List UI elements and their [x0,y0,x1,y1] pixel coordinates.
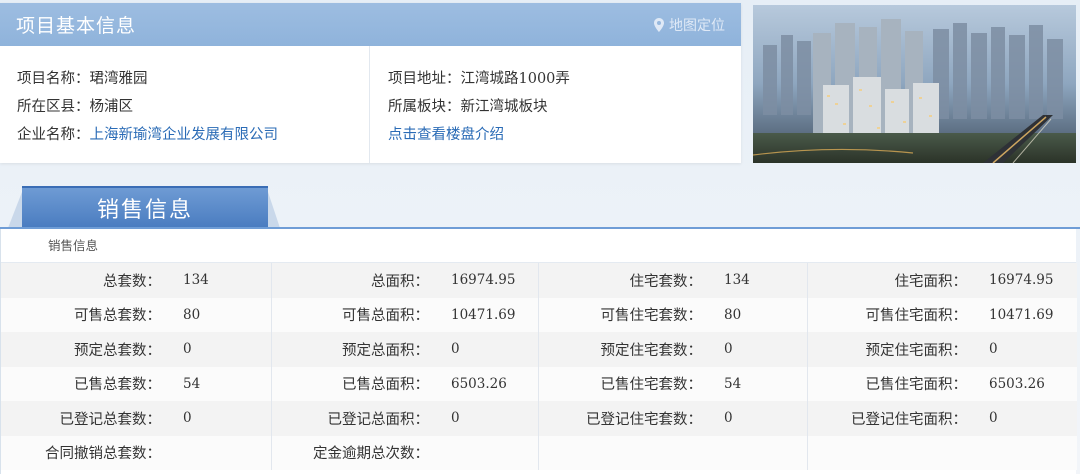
project-info-card: 项目基本信息 地图定位 项目名称：珺湾雅园 所在区县：杨浦区 企业名称：上海新瑜… [0,3,741,163]
field-value: 80 [714,297,808,332]
field-label: 已登记总面积： [271,401,441,436]
field-value: 10471.69 [441,297,539,332]
table-row: 已登记总套数： 0 已登记总面积： 0 已登记住宅套数： 0 已登记住宅面积： … [1,401,1077,436]
field-label: 住宅套数： [538,263,714,298]
project-info-right-column: 项目地址：江湾城路1000弄 所属板块：新江湾城板块 点击查看楼盘介绍 [370,46,570,163]
field-label: 已登记住宅套数： [538,401,714,436]
map-location-label: 地图定位 [669,17,725,34]
project-info-body: 项目名称：珺湾雅园 所在区县：杨浦区 企业名称：上海新瑜湾企业发展有限公司 项目… [0,46,741,163]
field-value: 0 [173,401,272,436]
field-value: 0 [714,332,808,367]
field-label: 住宅面积： [807,263,979,298]
field-value: 6503.26 [441,366,539,401]
field-label: 合同撤销总套数： [1,435,173,470]
project-name-value: 珺湾雅园 [89,71,148,87]
field-value: 10471.69 [979,297,1077,332]
field-label: 已售总套数： [1,366,173,401]
project-info-title: 项目基本信息 [16,15,137,37]
field-label [538,435,714,470]
tab-decoration-right [268,192,280,228]
field-value: 0 [441,332,539,367]
field-label: 预定总面积： [271,332,441,367]
cityscape-image [753,5,1076,163]
field-label: 可售总套数： [1,297,173,332]
field-value: 54 [714,366,808,401]
info-row-district: 所在区县：杨浦区 [17,93,369,121]
info-row-project-name: 项目名称：珺湾雅园 [17,65,369,93]
field-value: 54 [173,366,272,401]
field-label: 已售住宅面积： [807,366,979,401]
field-value: 16974.95 [979,263,1077,298]
field-label: 预定住宅面积： [807,332,979,367]
tab-decoration-left [8,192,22,228]
district-value: 杨浦区 [89,99,134,115]
block-value: 新江湾城板块 [460,99,548,115]
project-info-header: 项目基本信息 地图定位 [0,3,741,46]
field-value [979,435,1077,470]
info-label: 项目地址： [388,71,461,87]
field-label: 可售总面积： [271,297,441,332]
field-value: 6503.26 [979,366,1077,401]
field-label: 可售住宅面积： [807,297,979,332]
project-photo [753,5,1076,163]
field-value: 134 [714,263,808,298]
field-value: 0 [979,332,1077,367]
field-label: 定金逾期总次数： [271,435,441,470]
field-label: 已售总面积： [271,366,441,401]
location-pin-icon [654,17,664,32]
address-value: 江湾城路1000弄 [460,71,570,87]
project-info-left-column: 项目名称：珺湾雅园 所在区县：杨浦区 企业名称：上海新瑜湾企业发展有限公司 [0,46,370,163]
table-row: 可售总套数： 80 可售总面积： 10471.69 可售住宅套数： 80 可售住… [1,297,1077,332]
field-label: 预定住宅套数： [538,332,714,367]
field-value: 134 [173,263,272,298]
sales-info-caption: 销售信息 [1,229,1076,263]
field-value [714,435,808,470]
field-value: 0 [714,401,808,436]
field-label: 总套数： [1,263,173,298]
info-label: 企业名称： [17,127,90,143]
info-row-address: 项目地址：江湾城路1000弄 [388,65,570,93]
table-row: 预定总套数： 0 预定总面积： 0 预定住宅套数： 0 预定住宅面积： 0 [1,332,1077,367]
info-label: 项目名称： [17,71,90,87]
field-value [441,435,539,470]
field-label: 已登记总套数： [1,401,173,436]
field-value: 16974.95 [441,263,539,298]
field-value: 80 [173,297,272,332]
info-label: 所属板块： [388,99,461,115]
field-label [807,435,979,470]
company-name-link[interactable]: 上海新瑜湾企业发展有限公司 [90,127,279,143]
field-value: 0 [979,401,1077,436]
field-value [173,435,272,470]
field-value: 0 [173,332,272,367]
info-row-company: 企业名称：上海新瑜湾企业发展有限公司 [17,121,369,149]
table-row: 合同撤销总套数： 定金逾期总次数： [1,435,1077,470]
map-location-link[interactable]: 地图定位 [653,15,725,35]
table-row: 总套数： 134 总面积： 16974.95 住宅套数： 134 住宅面积： 1… [1,263,1077,298]
field-label: 预定总套数： [1,332,173,367]
info-label: 所在区县： [17,99,90,115]
field-label: 总面积： [271,263,441,298]
info-row-block: 所属板块：新江湾城板块 [388,93,570,121]
field-label: 可售住宅套数： [538,297,714,332]
sales-tab-bar: 销售信息 [0,183,1080,229]
table-row: 已售总套数： 54 已售总面积： 6503.26 已售住宅套数： 54 已售住宅… [1,366,1077,401]
field-label: 已售住宅套数： [538,366,714,401]
field-value: 0 [441,401,539,436]
info-row-intro: 点击查看楼盘介绍 [388,121,570,149]
tab-sales-info[interactable]: 销售信息 [22,186,268,228]
field-label: 已登记住宅面积： [807,401,979,436]
property-intro-link[interactable]: 点击查看楼盘介绍 [388,127,504,143]
sales-info-table: 总套数： 134 总面积： 16974.95 住宅套数： 134 住宅面积： 1… [1,263,1077,470]
sales-info-panel: 销售信息 总套数： 134 总面积： 16974.95 住宅套数： 134 住宅… [0,229,1077,474]
